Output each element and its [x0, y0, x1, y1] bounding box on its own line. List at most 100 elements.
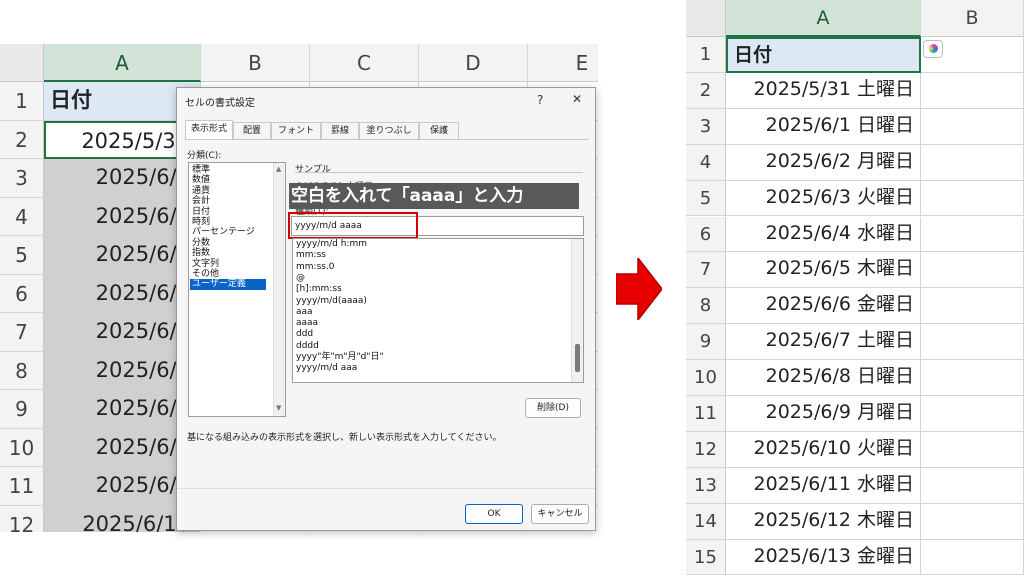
cell-b14-right[interactable] — [921, 503, 1024, 540]
scroll-down-icon[interactable]: ▼ — [276, 404, 281, 412]
category-item[interactable]: 指数 — [192, 248, 210, 259]
cell-b7-right[interactable] — [921, 252, 1024, 289]
tab-font[interactable]: フォント — [271, 122, 321, 139]
category-item[interactable]: 会計 — [192, 196, 210, 207]
row-header[interactable]: 6 — [0, 274, 44, 313]
cell-b15-right[interactable] — [921, 539, 1024, 576]
row-header-right[interactable]: 3 — [686, 108, 726, 145]
scroll-up-icon[interactable]: ▲ — [276, 165, 281, 173]
row-header[interactable]: 10 — [0, 428, 44, 467]
cell-a13-right[interactable]: 2025/6/11 水曜日 — [726, 467, 921, 504]
column-header-c[interactable]: C — [310, 44, 419, 82]
cell-a11-right[interactable]: 2025/6/9 月曜日 — [726, 396, 921, 432]
format-item[interactable]: [h]:mm:ss — [296, 284, 342, 295]
cancel-button[interactable]: キャンセル — [531, 504, 589, 524]
cell-a8-right[interactable]: 2025/6/6 金曜日 — [726, 288, 921, 325]
column-header-d[interactable]: D — [419, 44, 528, 82]
cell-b11-right[interactable] — [921, 396, 1024, 432]
category-list[interactable]: 標準 数値 通貨 会計 日付 時刻 パーセンテージ 分数 指数 文字列 その他 ユーザー定義 ▲ ▼ — [188, 162, 286, 417]
category-item[interactable]: 数値 — [192, 175, 210, 186]
row-header[interactable]: 8 — [0, 351, 44, 390]
copilot-icon[interactable] — [923, 40, 943, 58]
row-header-right[interactable]: 4 — [686, 144, 726, 181]
cell-b12-right[interactable] — [921, 431, 1024, 468]
row-header-right[interactable]: 15 — [686, 539, 726, 576]
format-item[interactable]: aaaa — [296, 318, 318, 329]
row-header-right[interactable]: 5 — [686, 180, 726, 217]
row-header[interactable]: 4 — [0, 197, 44, 236]
cell-b8-right[interactable] — [921, 288, 1024, 325]
row-header[interactable]: 7 — [0, 313, 44, 352]
row-header[interactable]: 3 — [0, 159, 44, 198]
category-item[interactable]: ユーザー定義 — [190, 279, 266, 291]
row-header[interactable]: 1 — [0, 82, 44, 121]
cell-b5-right[interactable] — [921, 180, 1024, 217]
cell-a6-right[interactable]: 2025/6/4 水曜日 — [726, 216, 921, 253]
tab-fill[interactable]: 塗りつぶし — [359, 122, 419, 139]
row-header-right[interactable]: 8 — [686, 288, 726, 325]
row-header-right[interactable]: 12 — [686, 431, 726, 468]
tab-number[interactable]: 表示形式 — [185, 120, 233, 140]
row-header-right[interactable]: 14 — [686, 503, 726, 540]
format-item[interactable]: yyyy"年"m"月"d"日" — [296, 352, 384, 363]
cell-b6-right[interactable] — [921, 216, 1024, 253]
format-item[interactable]: ddd — [296, 329, 313, 340]
category-scrollbar[interactable]: ▲ ▼ — [273, 163, 285, 416]
cell-a15-right[interactable]: 2025/6/13 金曜日 — [726, 539, 921, 576]
format-item[interactable]: dddd — [296, 341, 319, 352]
row-header-right[interactable]: 2 — [686, 72, 726, 109]
format-list[interactable]: yyyy/m/d h:mm mm:ss mm:ss.0 @ [h]:mm:ss yyyy/… — [292, 238, 584, 383]
category-item[interactable]: 文字列 — [192, 259, 219, 270]
format-item[interactable]: yyyy/m/d aaa — [296, 363, 357, 374]
row-header[interactable]: 9 — [0, 390, 44, 429]
format-item[interactable]: aaa — [296, 307, 313, 318]
cell-a1-right[interactable]: 日付 — [726, 37, 921, 73]
row-header[interactable]: 11 — [0, 467, 44, 506]
help-button[interactable]: ? — [537, 93, 543, 107]
row-header-right[interactable]: 10 — [686, 360, 726, 396]
cell-a10-right[interactable]: 2025/6/8 日曜日 — [726, 360, 921, 396]
cell-b2-right[interactable] — [921, 72, 1024, 109]
row-header-right[interactable]: 6 — [686, 216, 726, 253]
row-header-right[interactable]: 11 — [686, 396, 726, 432]
row-header-right[interactable]: 9 — [686, 324, 726, 361]
cell-b13-right[interactable] — [921, 467, 1024, 504]
tab-protection[interactable]: 保護 — [419, 122, 459, 139]
column-header-e[interactable]: E — [528, 44, 598, 82]
row-header[interactable]: 12 — [0, 505, 44, 532]
format-scrollbar[interactable] — [571, 239, 583, 382]
format-item[interactable]: yyyy/m/d h:mm — [296, 239, 367, 250]
row-header-right[interactable]: 13 — [686, 467, 726, 504]
cell-a9-right[interactable]: 2025/6/7 土曜日 — [726, 324, 921, 361]
close-button[interactable]: ✕ — [572, 92, 582, 106]
row-header[interactable]: 5 — [0, 236, 44, 275]
category-item[interactable]: パーセンテージ — [192, 227, 255, 238]
column-header-b[interactable]: B — [201, 44, 310, 82]
cell-b4-right[interactable] — [921, 144, 1024, 181]
format-item[interactable]: mm:ss.0 — [296, 262, 335, 273]
tab-alignment[interactable]: 配置 — [233, 122, 271, 139]
cell-a7-right[interactable]: 2025/6/5 木曜日 — [726, 252, 921, 289]
category-item[interactable]: 日付 — [192, 207, 210, 218]
row-header[interactable]: 2 — [0, 120, 44, 159]
cell-a2-right[interactable]: 2025/5/31 土曜日 — [726, 72, 921, 109]
column-header-a-right[interactable]: A — [726, 0, 921, 37]
delete-button[interactable]: 削除(D) — [525, 398, 581, 418]
format-item[interactable]: yyyy/m/d(aaaa) — [296, 296, 367, 307]
tab-border[interactable]: 罫線 — [321, 122, 359, 139]
column-header-b-right[interactable]: B — [921, 0, 1024, 37]
cell-a4-right[interactable]: 2025/6/2 月曜日 — [726, 144, 921, 181]
select-all-corner[interactable] — [0, 44, 44, 82]
cell-a12-right[interactable]: 2025/6/10 火曜日 — [726, 431, 921, 468]
select-all-corner-right[interactable] — [686, 0, 726, 37]
row-header-right[interactable]: 1 — [686, 37, 726, 73]
cell-b9-right[interactable] — [921, 324, 1024, 361]
row-header-right[interactable]: 7 — [686, 252, 726, 289]
cell-b10-right[interactable] — [921, 360, 1024, 396]
scroll-thumb[interactable] — [575, 344, 580, 372]
cell-a14-right[interactable]: 2025/6/12 木曜日 — [726, 503, 921, 540]
format-item[interactable]: @ — [296, 273, 305, 284]
ok-button[interactable]: OK — [465, 504, 523, 524]
cell-a3-right[interactable]: 2025/6/1 日曜日 — [726, 108, 921, 145]
cell-a5-right[interactable]: 2025/6/3 火曜日 — [726, 180, 921, 217]
